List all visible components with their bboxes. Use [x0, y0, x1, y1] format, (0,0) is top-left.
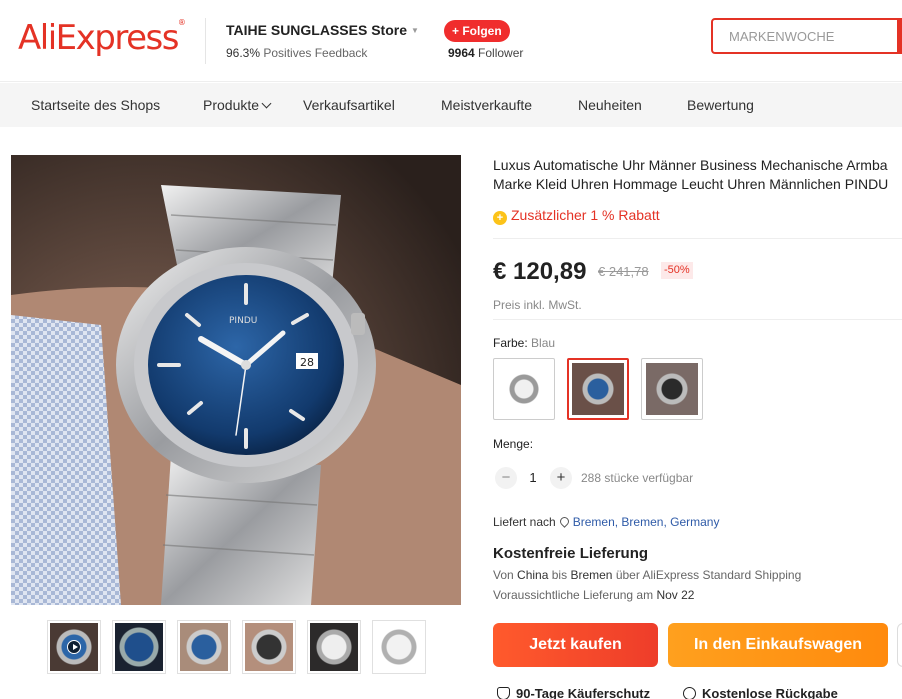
return-icon: [683, 687, 696, 699]
deliver-location[interactable]: Bremen, Bremen, Germany: [573, 515, 720, 529]
thumbnail-image: [180, 623, 228, 671]
thumbnail-4[interactable]: [242, 620, 296, 674]
free-shipping: Kostenfreie Lieferung: [493, 545, 649, 562]
store-header: AliExpress® TAIHE SUNGLASSES Store ▼ 96.3…: [0, 0, 902, 82]
store-feedback: 96.3% Positives Feedback: [226, 46, 368, 60]
store-nav: Startseite des Shops Produkte Verkaufsar…: [0, 83, 902, 127]
product-main-image[interactable]: 28 PINDU: [11, 155, 461, 605]
nav-best-sellers[interactable]: Meistverkaufte: [441, 97, 532, 113]
nav-new-arrivals[interactable]: Neuheiten: [578, 97, 642, 113]
thumbnail-3[interactable]: [177, 620, 231, 674]
search-input[interactable]: [713, 20, 888, 52]
thumbnail-image: [50, 623, 98, 671]
svg-text:28: 28: [300, 356, 314, 369]
buy-now-button[interactable]: Jetzt kaufen: [493, 623, 658, 667]
header-divider: [205, 18, 206, 64]
follower-count: 9964 Follower: [448, 46, 524, 60]
original-price: € 241,78: [598, 264, 649, 279]
thumbnail-video[interactable]: [47, 620, 101, 674]
quantity-increase-button[interactable]: +: [550, 467, 572, 489]
discount-badge: -50%: [661, 262, 693, 279]
thumbnail-image: [115, 623, 163, 671]
vat-note: Preis inkl. MwSt.: [493, 298, 582, 312]
watch-photo: 28 PINDU: [11, 155, 461, 605]
swatch-image: [498, 363, 550, 415]
thumbnail-image: [245, 623, 293, 671]
divider: [493, 319, 902, 320]
thumbnail-image: [375, 623, 423, 671]
caret-down-icon[interactable]: ▼: [411, 26, 419, 35]
nav-sale-items[interactable]: Verkaufsartikel: [303, 97, 395, 113]
current-price: € 120,89: [493, 258, 587, 285]
store-name[interactable]: TAIHE SUNGLASSES Store ▼: [226, 22, 419, 38]
chevron-down-icon: [261, 98, 272, 109]
swatch-image: [646, 363, 698, 415]
thumbnail-image: [310, 623, 358, 671]
add-to-cart-button[interactable]: In den Einkaufswagen: [668, 623, 888, 667]
extra-discount[interactable]: + Zusätzlicher 1 % Rabatt: [493, 207, 660, 225]
play-icon: [67, 640, 81, 654]
aliexpress-logo[interactable]: AliExpress®: [18, 18, 186, 58]
deliver-to: Liefert nach Bremen, Bremen, Germany: [493, 515, 720, 529]
search-button[interactable]: [897, 18, 902, 54]
quantity-decrease-button[interactable]: −: [495, 467, 517, 489]
follow-button[interactable]: + Folgen: [444, 20, 510, 42]
coin-icon: +: [493, 211, 507, 225]
nav-store-home[interactable]: Startseite des Shops: [31, 97, 160, 113]
buyer-protection[interactable]: 90-Tage Käuferschutz: [497, 686, 650, 699]
stock-available: 288 stücke verfügbar: [581, 471, 694, 485]
logo-text: AliExpress: [18, 18, 179, 58]
divider: [493, 238, 902, 239]
color-option-silver[interactable]: [493, 358, 555, 420]
estimated-delivery: Voraussichtliche Lieferung am Nov 22: [493, 588, 695, 602]
wishlist-button[interactable]: [897, 623, 902, 667]
thumbnail-2[interactable]: [112, 620, 166, 674]
thumbnail-6[interactable]: [372, 620, 426, 674]
shipping-route: Von China bis Bremen über AliExpress Sta…: [493, 568, 802, 582]
nav-products[interactable]: Produkte: [203, 97, 272, 113]
free-returns[interactable]: Kostenlose Rückgabe: [683, 686, 838, 699]
quantity-label: Menge:: [493, 437, 534, 451]
location-pin-icon: [557, 515, 571, 528]
swatch-image: [572, 363, 624, 415]
product-title: Luxus Automatische Uhr Männer Business M…: [493, 157, 889, 192]
quantity-value[interactable]: 1: [527, 470, 539, 485]
svg-text:PINDU: PINDU: [229, 316, 257, 326]
color-option-black[interactable]: [641, 358, 703, 420]
nav-reviews[interactable]: Bewertung: [687, 97, 754, 113]
search-box: [711, 18, 902, 54]
color-label: Farbe: Blau: [493, 336, 556, 350]
color-option-blue[interactable]: [567, 358, 629, 420]
shield-icon: [497, 687, 510, 699]
thumbnail-5[interactable]: [307, 620, 361, 674]
